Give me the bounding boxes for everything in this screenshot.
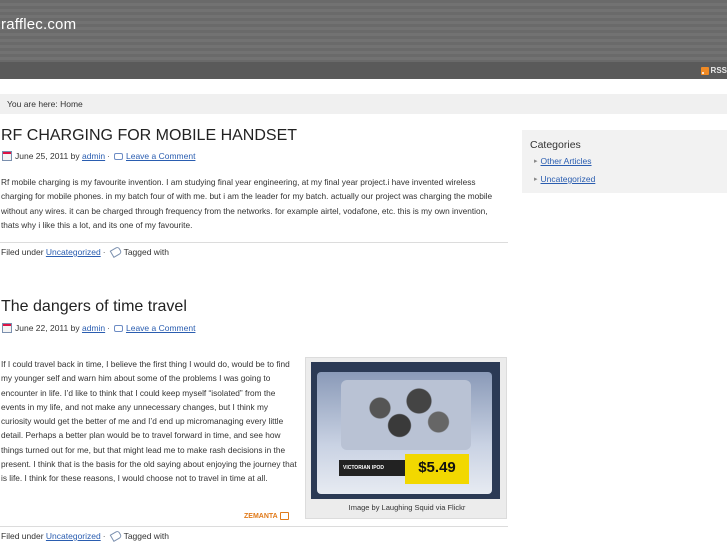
image-label: VICTORIAN IPOD: [339, 460, 405, 476]
post-title[interactable]: RF CHARGING FOR MOBILE HANDSET: [1, 127, 297, 145]
chevron-right-icon: ▸: [534, 158, 538, 165]
breadcrumb: You are here: Home: [0, 94, 727, 114]
zemanta-badge[interactable]: ZEMANTA: [244, 512, 289, 520]
filed-under-label: Filed under: [1, 531, 44, 541]
post-author-link[interactable]: admin: [82, 151, 105, 161]
breadcrumb-text: You are here: Home: [7, 99, 83, 109]
tagged-with-label: Tagged with: [123, 247, 169, 257]
leave-comment-link[interactable]: Leave a Comment: [126, 151, 195, 161]
post-date: June 25, 2011: [15, 151, 69, 161]
image-caption: Image by Laughing Squid via Flickr: [348, 503, 466, 512]
image-price-tag: $5.49: [405, 454, 469, 484]
post-date: June 22, 2011: [15, 323, 69, 333]
sidebar-item-label[interactable]: Other Articles: [541, 156, 592, 166]
meta-separator: ·: [102, 247, 106, 257]
post-divider: [0, 242, 508, 243]
post-author-link[interactable]: admin: [82, 323, 105, 333]
rss-label: RSS: [710, 66, 727, 75]
site-title[interactable]: rafflec.com: [1, 16, 76, 33]
post-image[interactable]: VICTORIAN IPOD $5.49: [311, 362, 500, 499]
comment-icon: [113, 324, 123, 332]
sidebar-item-label[interactable]: Uncategorized: [541, 174, 596, 184]
post-by: by: [70, 151, 80, 161]
site-header: rafflec.com: [0, 0, 727, 62]
meta-separator: ·: [107, 151, 110, 161]
rss-icon: [700, 66, 709, 75]
comment-icon: [113, 152, 123, 160]
calendar-icon: [2, 323, 12, 333]
category-link[interactable]: Uncategorized: [46, 531, 101, 541]
meta-separator: ·: [102, 531, 106, 541]
sidebar-item-uncategorized[interactable]: ▸ Uncategorized: [534, 174, 595, 184]
post-meta: June 25, 2011 by admin · Leave a Comment: [2, 151, 195, 161]
sidebar-item-other-articles[interactable]: ▸ Other Articles: [534, 156, 592, 166]
rss-link[interactable]: RSS: [700, 66, 727, 75]
tag-icon: [109, 530, 122, 542]
chevron-right-icon: ▸: [534, 176, 538, 183]
nav-bar: RSS: [0, 62, 727, 79]
zemanta-icon: [279, 512, 289, 520]
category-link[interactable]: Uncategorized: [46, 247, 101, 257]
sidebar-title: Categories: [530, 139, 581, 151]
filed-under-label: Filed under: [1, 247, 44, 257]
post-meta: June 22, 2011 by admin · Leave a Comment: [2, 323, 195, 333]
image-clutter: [341, 380, 471, 450]
post-body: Rf mobile charging is my favourite inven…: [1, 177, 493, 230]
post-title[interactable]: The dangers of time travel: [1, 298, 187, 316]
post-image-frame: VICTORIAN IPOD $5.49 Image by Laughing S…: [305, 357, 507, 519]
sidebar-categories: Categories ▸ Other Articles ▸ Uncategori…: [522, 130, 727, 193]
leave-comment-link[interactable]: Leave a Comment: [126, 323, 195, 333]
post-by: by: [70, 323, 80, 333]
post-divider: [0, 526, 508, 527]
post-body: If I could travel back in time, I believ…: [1, 359, 297, 484]
tag-icon: [109, 246, 122, 258]
calendar-icon: [2, 151, 12, 161]
tagged-with-label: Tagged with: [123, 531, 169, 541]
zemanta-label: ZEMANTA: [244, 512, 278, 520]
post-footer: Filed under Uncategorized · Tagged with: [1, 246, 169, 258]
meta-separator: ·: [107, 323, 110, 333]
post-footer: Filed under Uncategorized · Tagged with: [1, 530, 169, 542]
